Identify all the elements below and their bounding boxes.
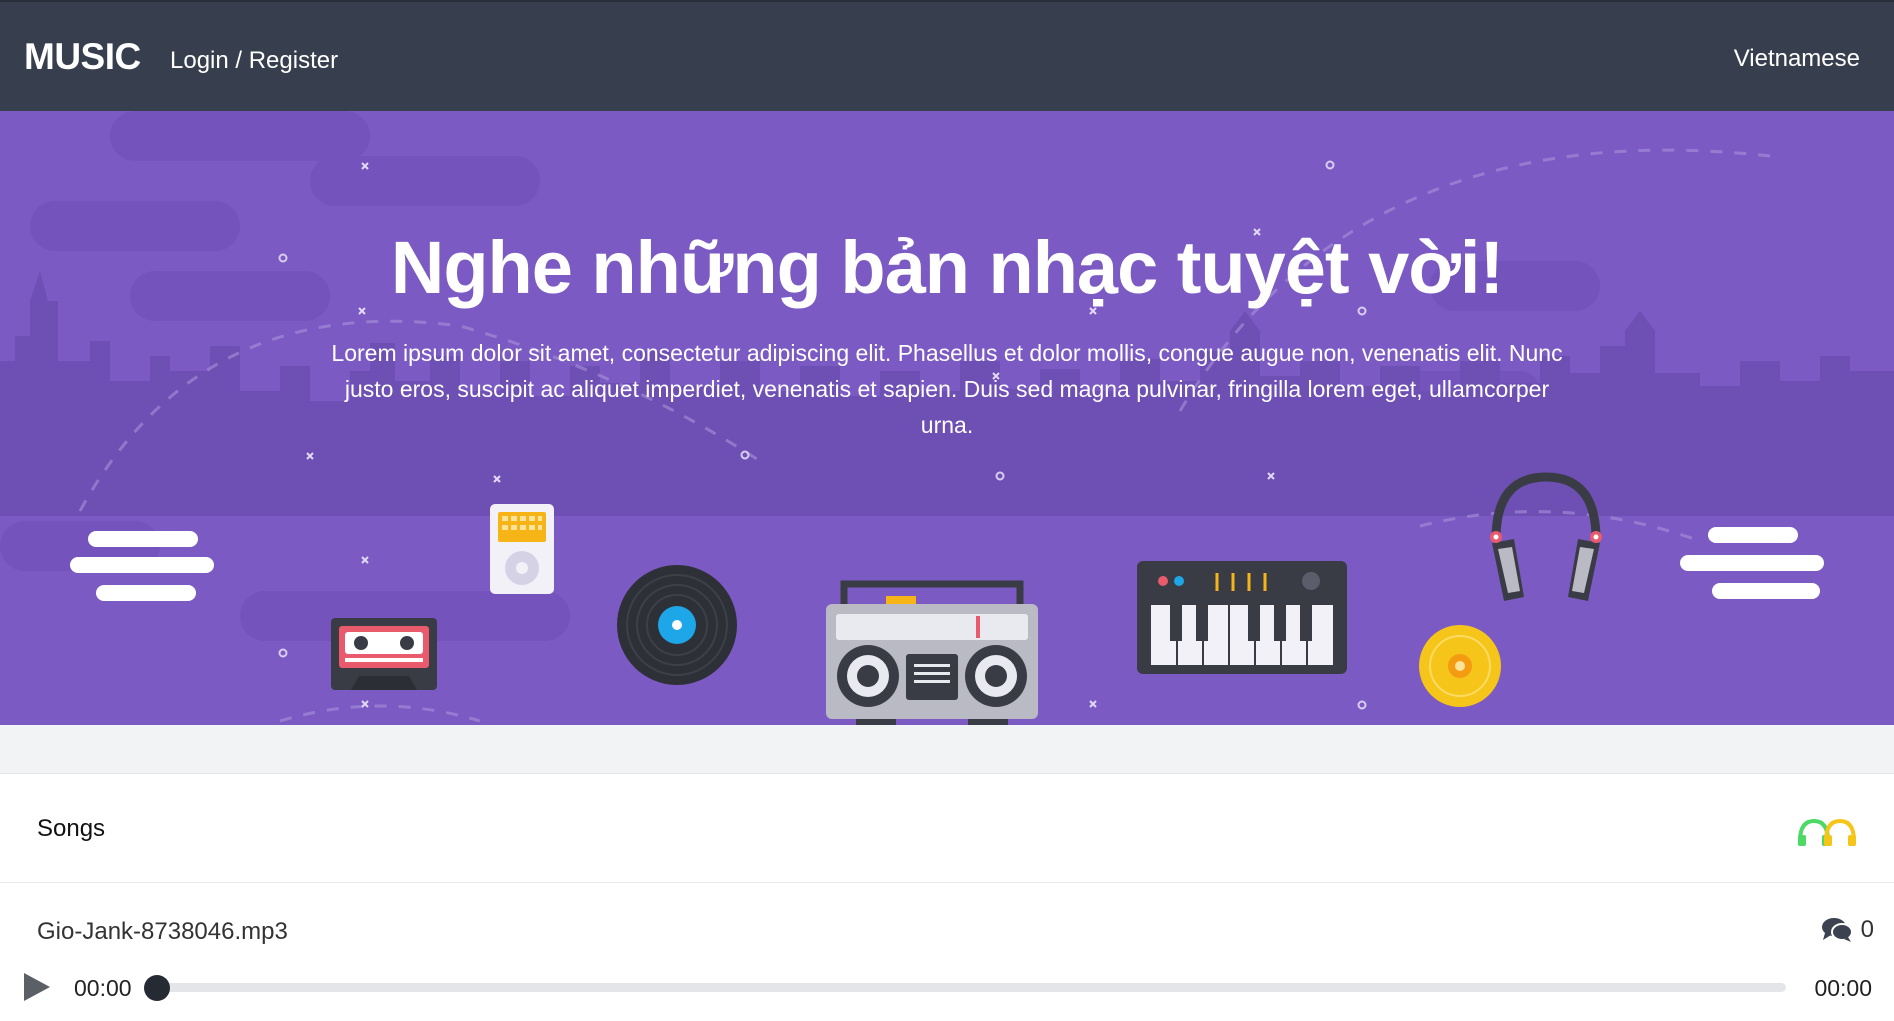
vinyl-record-icon [617,565,737,685]
progress-thumb[interactable] [144,975,170,1001]
current-time: 00:00 [74,975,132,1001]
cassette-icon [331,618,437,690]
song-name[interactable]: Gio-Jank-8738046.mp3 [37,918,288,946]
boombox-icon [826,580,1038,725]
navbar: MUSIC Login / Register Vietnamese [0,0,1894,111]
songs-panel-header: Songs [0,774,1894,883]
cd-icon [1419,625,1501,707]
ipod-icon [490,504,554,594]
headphones-pair-icon [1798,818,1856,846]
language-selector[interactable]: Vietnamese [1734,45,1860,73]
progress-track[interactable] [156,983,1786,992]
brand-logo[interactable]: MUSIC [24,36,141,78]
login-register-link[interactable]: Login / Register [170,47,338,75]
duration-time: 00:00 [1814,975,1872,1001]
comments-count-value: 0 [1860,916,1874,943]
comments-icon [1821,918,1853,942]
hero-title: Nghe những bản nhạc tuyệt vời! [390,226,1504,309]
comments-count[interactable]: 0 [1821,916,1874,944]
audio-player: 00:00 00:00 [0,955,1894,1021]
play-icon[interactable] [22,971,52,1003]
headphones-icon [1490,472,1602,601]
hero-banner: Nghe những bản nhạc tuyệt vời! Lorem ips… [0,111,1894,725]
hero-description: Lorem ipsum dolor sit amet, consectetur … [331,340,1563,438]
songs-title: Songs [37,815,106,842]
keyboard-synth-icon [1137,561,1347,674]
